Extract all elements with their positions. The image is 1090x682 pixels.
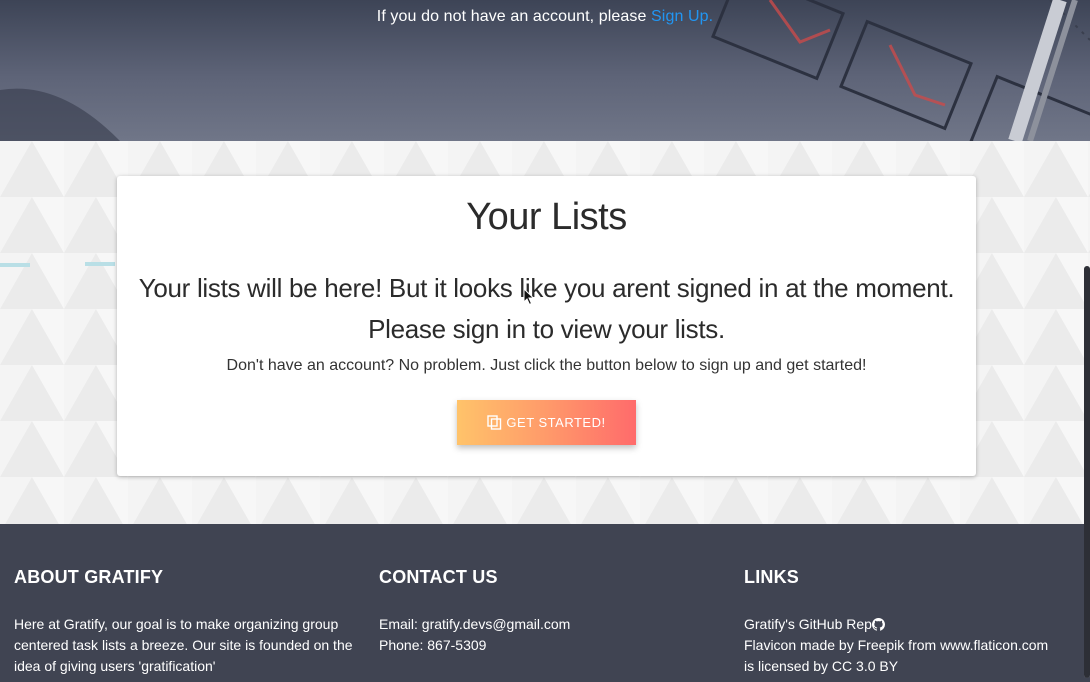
contact-email: Email: gratify.devs@gmail.com [379, 616, 571, 632]
lists-section: Your Lists Your lists will be here! But … [0, 141, 1090, 525]
your-lists-card: Your Lists Your lists will be here! But … [117, 176, 976, 476]
github-link-label[interactable]: Gratify's GitHub Rep [744, 616, 872, 632]
signed-out-message: Your lists will be here! But it looks li… [138, 273, 955, 303]
links-heading: LINKS [744, 567, 799, 587]
hero-banner: If you do not have an account, please Si… [0, 0, 1090, 141]
contact-phone: Phone: 867-5309 [379, 637, 487, 653]
page-scrollbar[interactable] [1084, 266, 1090, 678]
github-icon[interactable] [871, 618, 885, 631]
contact-details: Email: gratify.devs@gmail.com Phone: 867… [379, 614, 570, 656]
about-heading: ABOUT GRATIFY [14, 567, 164, 587]
flaticon-credit[interactable]: Flavicon made by Freepik from www.flatic… [744, 635, 1048, 656]
signup-prompt-text: If you do not have an account, please [376, 8, 652, 25]
signup-note: Don't have an account? No problem. Just … [226, 357, 867, 374]
contact-heading: CONTACT US [379, 567, 498, 587]
scrollbar-thumb[interactable] [1084, 266, 1090, 678]
sign-in-prompt: Please sign in to view your lists. [368, 314, 725, 344]
card-title: Your Lists [466, 196, 627, 238]
github-link[interactable]: Gratify's GitHub Rep [744, 614, 1048, 635]
signup-link[interactable]: Sign Up. [651, 8, 713, 25]
mouse-cursor-icon [523, 288, 535, 306]
signup-prompt: If you do not have an account, please Si… [0, 8, 1090, 26]
get-started-label: GET STARTED! [506, 415, 606, 430]
license-credit: is licensed by CC 3.0 BY [744, 658, 899, 674]
site-footer: ABOUT GRATIFY Here at Gratify, our goal … [0, 524, 1090, 682]
copy-icon [487, 415, 502, 430]
about-text: Here at Gratify, our goal is to make org… [14, 614, 354, 677]
about-paragraph: Here at Gratify, our goal is to make org… [14, 616, 353, 674]
links-list: Gratify's GitHub Rep Flavicon made by Fr… [744, 614, 1048, 677]
get-started-button[interactable]: GET STARTED! [457, 400, 636, 445]
